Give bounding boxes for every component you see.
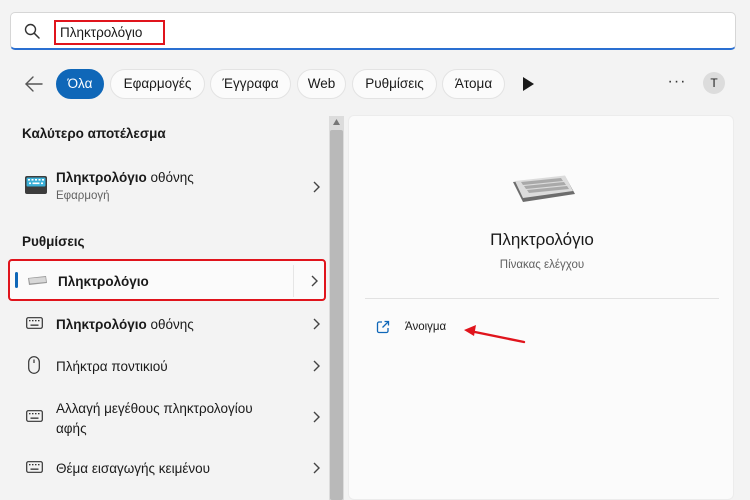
- chevron-right-icon: [313, 181, 320, 193]
- chevron-right-icon[interactable]: [310, 275, 318, 287]
- open-label: Άνοιγμα: [405, 321, 447, 333]
- settings-item-mouse-keys[interactable]: Πλήκτρα ποντικιού: [8, 346, 326, 386]
- settings-item-0-bold: Πληκτρολόγιο: [58, 274, 149, 289]
- best-match-result[interactable]: Πληκτρολόγιο οθόνης Εφαρμογή: [8, 162, 326, 212]
- settings-item-touch-keyboard-size-title-line2: αφής: [56, 421, 87, 436]
- settings-item-text-input-theme-title: Θέμα εισαγωγής κειμένου: [56, 461, 211, 476]
- detail-subtitle: Πίνακας ελέγχου: [499, 259, 585, 271]
- keyboard-outline-icon: [26, 410, 43, 422]
- play-icon[interactable]: [521, 76, 535, 92]
- settings-item-onscreen-keyboard[interactable]: Πληκτρολόγιο οθόνης: [8, 304, 326, 344]
- selection-indicator: [15, 272, 18, 288]
- settings-item-1-bold: Πληκτρολόγιο: [56, 317, 147, 332]
- scrollbar-thumb[interactable]: [330, 130, 343, 500]
- settings-item-mouse-keys-title: Πλήκτρα ποντικιού: [56, 359, 168, 374]
- settings-heading: Ρυθμίσεις: [22, 234, 85, 249]
- best-match-title-bold: Πληκτρολόγιο: [56, 170, 147, 185]
- detail-panel: Πληκτρολόγιο Πίνακας ελέγχου Άνοιγμα: [348, 115, 734, 500]
- divider: [365, 298, 719, 299]
- settings-item-touch-keyboard-size-title: Αλλαγή μεγέθους πληκτρολογίου: [56, 401, 253, 416]
- best-match-subtitle: Εφαρμογή: [56, 190, 110, 202]
- search-input[interactable]: Πληκτρολόγιο: [54, 20, 165, 45]
- settings-item-keyboard-title: Πληκτρολόγιο: [58, 274, 149, 289]
- tab-documents[interactable]: Έγγραφα: [210, 69, 291, 99]
- settings-item-1-rest: οθόνης: [146, 317, 194, 332]
- search-bar[interactable]: Πληκτρολόγιο: [10, 12, 736, 50]
- more-options-button[interactable]: ···: [666, 73, 688, 95]
- row-divider: [293, 265, 294, 297]
- tab-settings[interactable]: Ρυθμίσεις: [352, 69, 437, 99]
- annotation-arrow-icon: [464, 325, 526, 344]
- keyboard-icon: [28, 276, 47, 285]
- chevron-right-icon: [313, 462, 320, 474]
- scroll-up-icon[interactable]: [333, 119, 340, 125]
- open-external-icon: [376, 320, 390, 334]
- keyboard-outline-icon: [26, 317, 43, 329]
- tab-web[interactable]: Web: [297, 69, 346, 99]
- chevron-right-icon: [313, 411, 320, 423]
- settings-item-touch-keyboard-size[interactable]: Αλλαγή μεγέθους πληκτρολογίου αφής: [8, 392, 326, 442]
- best-match-title-rest: οθόνης: [146, 170, 194, 185]
- back-arrow-icon[interactable]: [22, 72, 46, 96]
- settings-item-text-input-theme[interactable]: Θέμα εισαγωγής κειμένου: [8, 448, 326, 488]
- keyboard-icon: [513, 175, 575, 202]
- chevron-right-icon: [313, 318, 320, 330]
- avatar[interactable]: T: [703, 72, 725, 94]
- touch-keyboard-icon: [25, 176, 47, 194]
- keyboard-outline-icon: [26, 461, 43, 473]
- detail-title: Πληκτρολόγιο: [490, 230, 594, 249]
- scrollbar[interactable]: [329, 116, 344, 500]
- tab-people[interactable]: Άτομα: [442, 69, 505, 99]
- best-match-heading: Καλύτερο αποτέλεσμα: [22, 126, 166, 141]
- settings-item-keyboard[interactable]: Πληκτρολόγιο: [8, 259, 326, 301]
- tab-apps[interactable]: Εφαρμογές: [110, 69, 205, 99]
- best-match-title: Πληκτρολόγιο οθόνης: [56, 170, 194, 185]
- chevron-right-icon: [313, 360, 320, 372]
- search-icon: [24, 23, 40, 39]
- search-query-text: Πληκτρολόγιο: [60, 25, 143, 40]
- settings-item-onscreen-keyboard-title: Πληκτρολόγιο οθόνης: [56, 317, 194, 332]
- mouse-icon: [28, 356, 40, 374]
- tab-all[interactable]: Όλα: [56, 69, 104, 99]
